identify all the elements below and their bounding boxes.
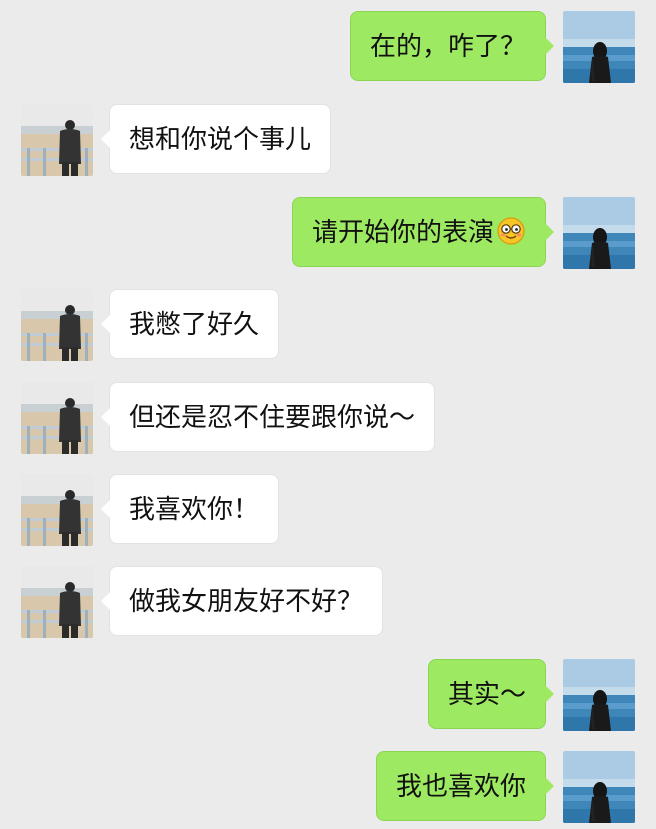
contact-avatar[interactable] bbox=[21, 474, 93, 546]
man-on-beach-avatar-icon bbox=[21, 566, 93, 638]
message-bubble-received[interactable]: 我憋了好久 bbox=[100, 289, 280, 359]
message-bubble-received[interactable]: 我喜欢你！ bbox=[100, 474, 280, 544]
girl-by-sea-avatar-icon bbox=[563, 197, 635, 269]
contact-avatar[interactable] bbox=[21, 566, 93, 638]
man-on-beach-avatar-icon bbox=[21, 474, 93, 546]
message-text: 请开始你的表演 bbox=[311, 218, 494, 248]
message-text: 其实～ bbox=[447, 680, 526, 710]
message-row-received: 做我女朋友好不好？ bbox=[0, 566, 656, 638]
message-row-received: 我憋了好久 bbox=[0, 289, 656, 361]
message-bubble-received[interactable]: 但还是忍不住要跟你说～ bbox=[100, 382, 436, 452]
message-row-received: 但还是忍不住要跟你说～ bbox=[0, 382, 656, 454]
message-bubble-sent[interactable]: 请开始你的表演 bbox=[291, 197, 555, 267]
chat-area: 在的，咋了？ 想和你说个事儿 请开始你的表演 我憋了好久 但还是忍不住要跟你说～… bbox=[0, 0, 656, 829]
message-bubble-sent[interactable]: 其实～ bbox=[427, 659, 555, 729]
message-text: 想和你说个事儿 bbox=[129, 125, 312, 155]
message-row-received: 我喜欢你！ bbox=[0, 474, 656, 546]
message-row-received: 想和你说个事儿 bbox=[0, 104, 656, 176]
my-avatar[interactable] bbox=[563, 751, 635, 823]
message-row-sent: 其实～ bbox=[0, 659, 656, 731]
message-row-sent: 请开始你的表演 bbox=[0, 197, 656, 269]
man-on-beach-avatar-icon bbox=[21, 104, 93, 176]
girl-by-sea-avatar-icon bbox=[563, 11, 635, 83]
man-on-beach-avatar-icon bbox=[21, 289, 93, 361]
my-avatar[interactable] bbox=[563, 11, 635, 83]
message-row-sent: 在的，咋了？ bbox=[0, 11, 656, 83]
message-bubble-received[interactable]: 做我女朋友好不好？ bbox=[100, 566, 384, 636]
message-text: 在的，咋了？ bbox=[369, 32, 526, 62]
message-bubble-sent[interactable]: 我也喜欢你 bbox=[375, 751, 555, 821]
my-avatar[interactable] bbox=[563, 659, 635, 731]
man-on-beach-avatar-icon bbox=[21, 382, 93, 454]
message-bubble-received[interactable]: 想和你说个事儿 bbox=[100, 104, 332, 174]
contact-avatar[interactable] bbox=[21, 104, 93, 176]
message-row-sent: 我也喜欢你 bbox=[0, 751, 656, 823]
girl-by-sea-avatar-icon bbox=[563, 751, 635, 823]
message-bubble-sent[interactable]: 在的，咋了？ bbox=[349, 11, 555, 81]
contact-avatar[interactable] bbox=[21, 382, 93, 454]
my-avatar[interactable] bbox=[563, 197, 635, 269]
smiling-face-with-glasses-emoji-icon bbox=[497, 216, 525, 245]
message-text: 我憋了好久 bbox=[129, 310, 260, 340]
contact-avatar[interactable] bbox=[21, 289, 93, 361]
girl-by-sea-avatar-icon bbox=[563, 659, 635, 731]
message-text: 我喜欢你！ bbox=[129, 495, 260, 525]
message-text: 做我女朋友好不好？ bbox=[129, 587, 364, 617]
message-text: 但还是忍不住要跟你说～ bbox=[129, 403, 416, 433]
message-text: 我也喜欢你 bbox=[395, 772, 526, 802]
